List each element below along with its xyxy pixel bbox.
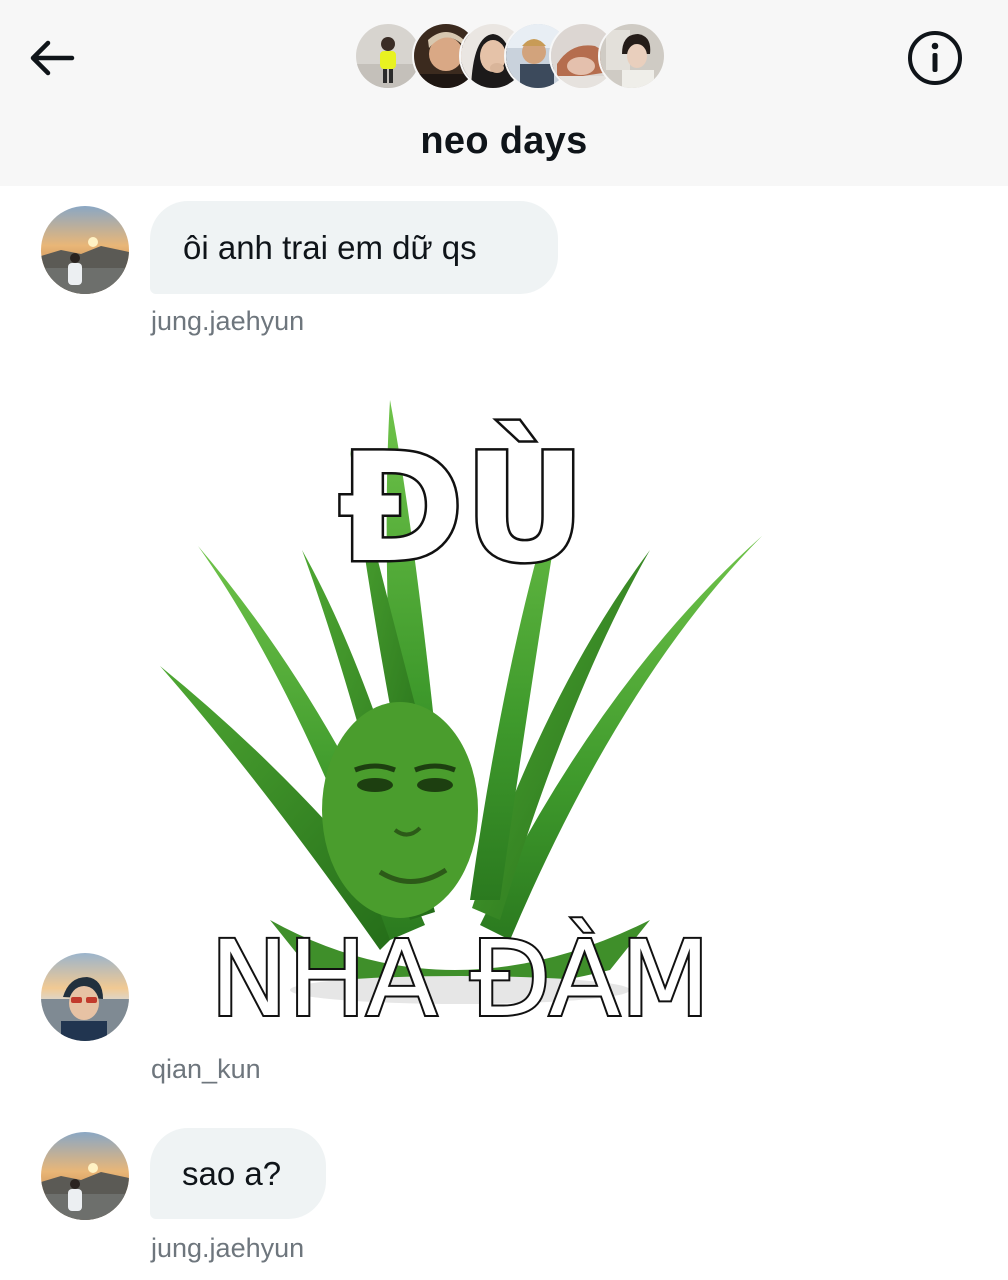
sticker-top-text: ĐÙ — [338, 421, 586, 596]
sender-avatar[interactable] — [41, 953, 129, 1041]
sender-avatar[interactable] — [41, 1132, 129, 1220]
sender-username[interactable]: jung.jaehyun — [151, 1233, 304, 1264]
sticker-message[interactable]: ĐÙ NHA ĐÀM — [150, 360, 790, 1042]
conversation-info-button[interactable] — [906, 29, 964, 87]
conversation-header: neo days — [0, 0, 1008, 186]
back-button[interactable] — [26, 34, 78, 82]
info-icon — [908, 31, 962, 85]
sender-avatar[interactable] — [41, 206, 129, 294]
sticker-bottom-text: NHA ĐÀM — [210, 918, 710, 1040]
sender-username[interactable]: qian_kun — [151, 1054, 261, 1085]
aloe-vera-sticker: ĐÙ NHA ĐÀM — [160, 400, 762, 1042]
group-avatars[interactable] — [354, 22, 666, 92]
message-bubble[interactable]: sao a? — [150, 1128, 326, 1219]
message-bubble[interactable]: ôi anh trai em dữ qs — [150, 201, 558, 294]
message-text: sao a? — [182, 1154, 282, 1192]
member-avatar — [598, 22, 666, 90]
message-text: ôi anh trai em dữ qs — [183, 228, 477, 266]
sender-username[interactable]: jung.jaehyun — [151, 306, 304, 337]
arrow-left-icon — [30, 40, 75, 76]
group-name[interactable]: neo days — [0, 120, 1008, 163]
